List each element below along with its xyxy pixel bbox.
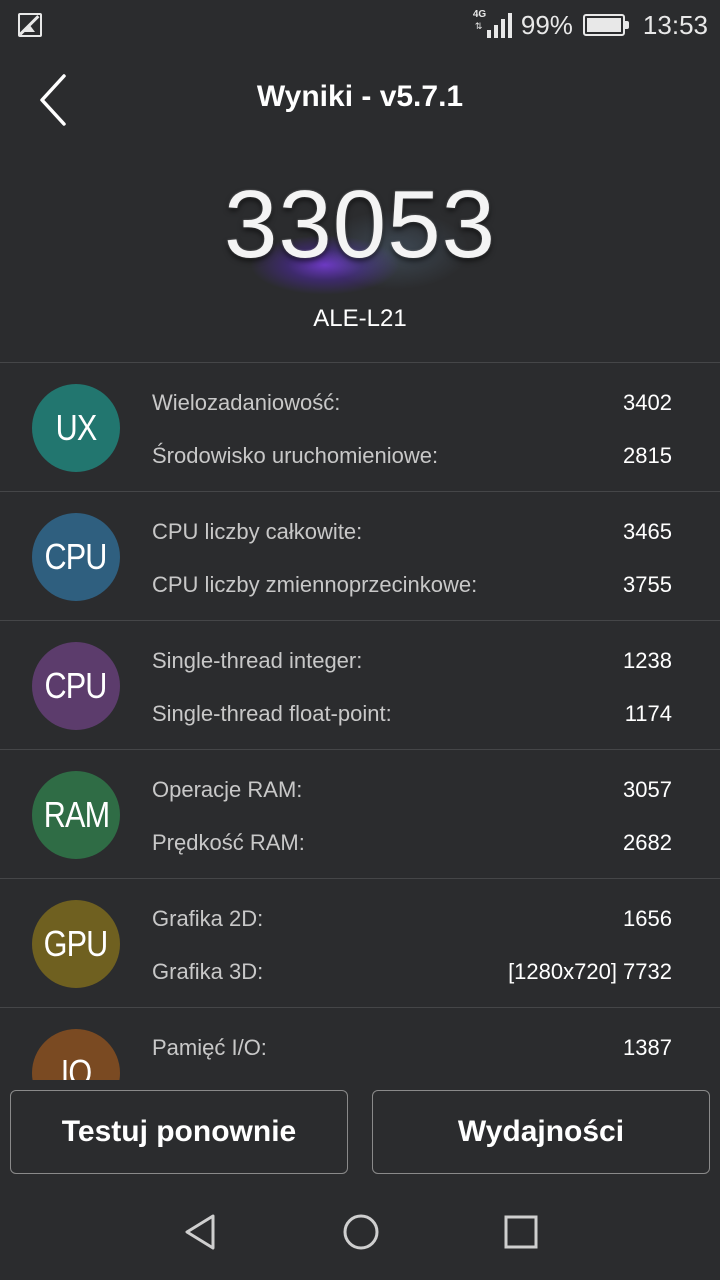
total-score: 33053 — [224, 171, 496, 278]
status-icons: 4G ⇅ 99% 13:53 — [473, 8, 708, 42]
result-value: 2815 — [623, 443, 672, 468]
result-label: CPU liczby całkowite: — [152, 519, 363, 544]
result-row[interactable]: IO Pamięć I/O: 1387 — [0, 1008, 720, 1080]
device-model: ALE-L21 — [313, 305, 407, 332]
result-line: CPU liczby zmiennoprzecinkowe: 3755 — [152, 570, 672, 600]
result-label: Środowisko uruchomieniowe: — [152, 443, 439, 468]
result-value: 1238 — [623, 648, 672, 673]
result-label: Prędkość RAM: — [152, 830, 305, 855]
result-row[interactable]: UX Wielozadaniowość: 3402 Środowisko urucho… — [0, 363, 720, 492]
result-line: Operacje RAM: 3057 — [152, 775, 672, 805]
category-badge-label: RAM — [43, 794, 109, 835]
result-line: Grafika 3D: [1280x720] 7732 — [152, 957, 672, 987]
nav-back-button[interactable] — [180, 1212, 220, 1252]
nav-home-button[interactable] — [341, 1212, 381, 1252]
result-line: Środowisko uruchomieniowe: 2815 — [152, 441, 672, 471]
result-label: Single-thread float-point: — [152, 701, 392, 726]
result-value: [1280x720] 7732 — [508, 959, 672, 984]
result-line: Single-thread integer: 1238 — [152, 646, 672, 676]
result-value: 1387 — [623, 1035, 672, 1060]
result-label: Wielozadaniowość: — [152, 390, 341, 415]
nav-recent-button[interactable] — [501, 1212, 541, 1252]
result-line: Prędkość RAM: 2682 — [152, 828, 672, 858]
category-badge-icon: CPU — [32, 642, 120, 730]
result-value: 1174 — [624, 701, 672, 726]
result-value: 3402 — [623, 390, 672, 415]
retest-button[interactable]: Testuj ponownie — [10, 1090, 348, 1174]
signal-icon: 4G ⇅ — [472, 9, 513, 40]
clock: 13:53 — [642, 9, 708, 40]
result-label: Pamięć I/O: — [152, 1035, 267, 1060]
result-line: Pamięć I/O: 1387 — [152, 1033, 672, 1063]
network-type: 4G — [472, 9, 487, 20]
category-badge-icon: CPU — [32, 513, 120, 601]
result-line: Grafika 2D: 1656 — [152, 904, 672, 934]
result-label: Single-thread integer: — [152, 648, 363, 673]
circle-home-icon — [343, 1214, 379, 1250]
result-label: CPU liczby zmiennoprzecinkowe: — [152, 572, 478, 597]
result-row[interactable]: GPU Grafika 2D: 1656 Grafika 3D: [1280x720] … — [0, 879, 720, 1008]
category-badge-label: GPU — [44, 923, 109, 964]
result-value: 3465 — [623, 519, 672, 544]
category-badge-icon: UX — [32, 384, 120, 472]
navigation-bar — [0, 1184, 720, 1280]
score-area: 33053 ALE-L21 — [0, 150, 720, 362]
result-label: Operacje RAM: — [152, 777, 303, 802]
performance-button[interactable]: Wydajności — [372, 1090, 710, 1174]
result-value: 3755 — [623, 572, 672, 597]
category-badge-label: UX — [55, 407, 98, 448]
result-value: 2682 — [623, 830, 672, 855]
app-header: Wyniki - v5.7.1 — [0, 50, 720, 150]
category-badge-label: CPU — [44, 665, 108, 706]
square-recent-icon — [504, 1215, 538, 1249]
battery-icon — [582, 14, 629, 36]
result-value: 3057 — [623, 777, 672, 802]
result-row[interactable]: CPU CPU liczby całkowite: 3465 CPU liczby z… — [0, 492, 720, 621]
category-badge-label: IO — [60, 1052, 92, 1080]
result-value: 1656 — [623, 906, 672, 931]
results-list[interactable]: UX Wielozadaniowość: 3402 Środowisko urucho… — [0, 362, 720, 1080]
category-badge-label: CPU — [44, 536, 108, 577]
result-label: Grafika 3D: — [152, 959, 264, 984]
result-row[interactable]: CPU Single-thread integer: 1238 Single-thre… — [0, 621, 720, 750]
result-line: Single-thread float-point: 1174 — [152, 699, 672, 729]
result-row[interactable]: RAM Operacje RAM: 3057 Prędkość RAM: 2682 — [0, 750, 720, 879]
result-line: Wielozadaniowość: 3402 — [152, 388, 672, 418]
category-badge-icon: RAM — [32, 771, 120, 859]
image-icon — [18, 13, 42, 37]
battery-percent: 99% — [520, 9, 573, 40]
result-label: Grafika 2D: — [152, 906, 264, 931]
status-bar: 4G ⇅ 99% 13:53 — [0, 0, 720, 50]
page-title: Wyniki - v5.7.1 — [256, 80, 464, 113]
category-badge-icon: IO — [32, 1029, 120, 1080]
category-badge-icon: GPU — [32, 900, 120, 988]
data-arrows-icon: ⇅ — [474, 21, 483, 31]
result-line: CPU liczby całkowite: 3465 — [152, 517, 672, 547]
triangle-back-icon — [185, 1214, 215, 1250]
